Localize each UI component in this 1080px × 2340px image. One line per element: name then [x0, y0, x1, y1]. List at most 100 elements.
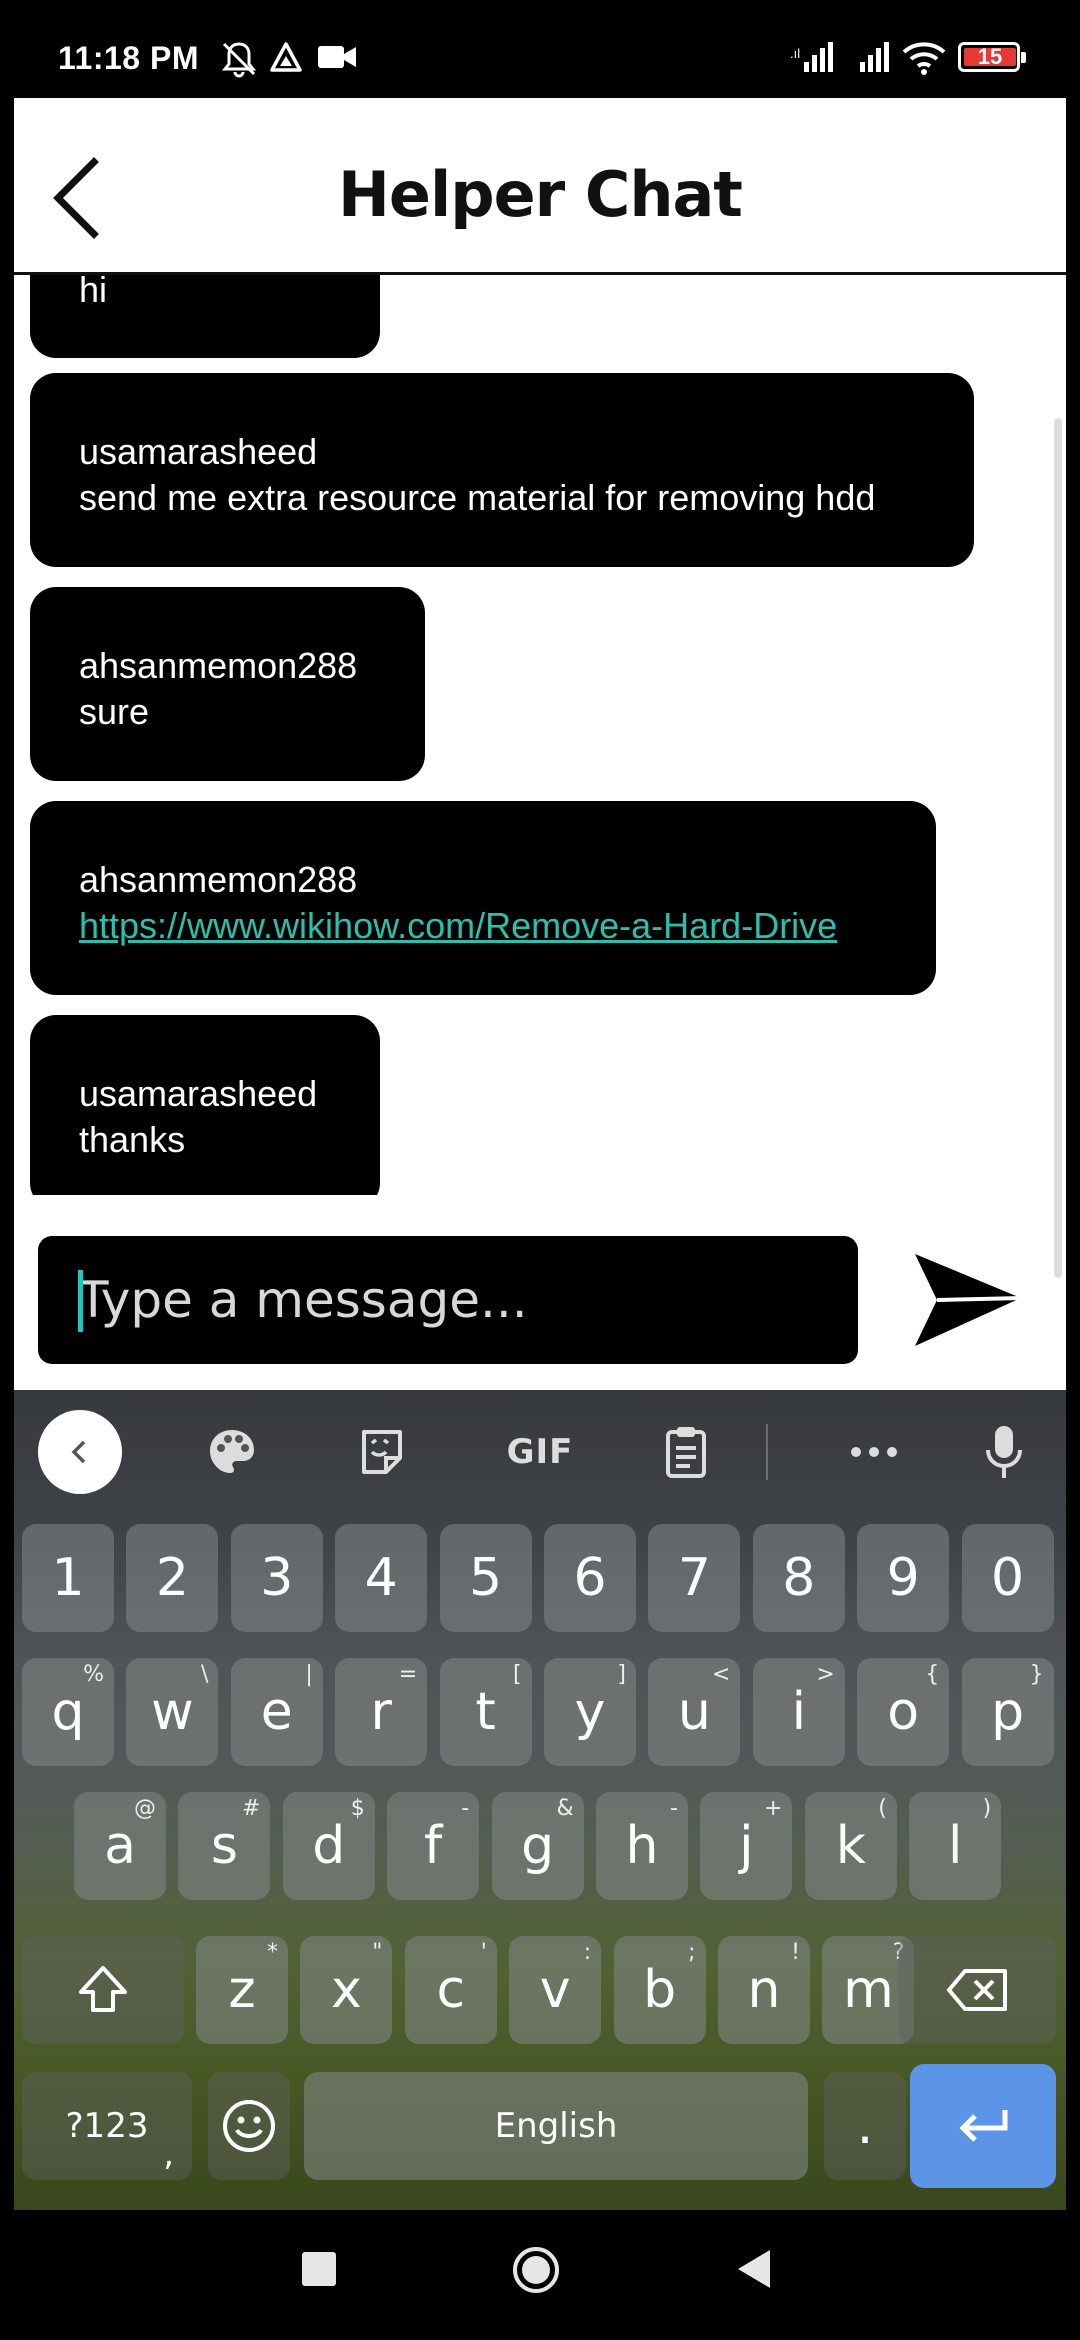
sticker-button[interactable]	[340, 1410, 424, 1494]
home-button[interactable]	[512, 2246, 560, 2294]
key-k[interactable]: (k	[804, 1792, 897, 1900]
key-hint: '	[480, 1940, 487, 1965]
key-4[interactable]: 4	[335, 1524, 428, 1632]
key-z[interactable]: * z	[196, 1936, 288, 2044]
key-a[interactable]: @ a	[74, 1792, 166, 1900]
key-o[interactable]: {o	[857, 1658, 950, 1766]
signal-icon	[860, 42, 889, 72]
key-2[interactable]: 2	[126, 1524, 219, 1632]
key-hint: *	[267, 1940, 278, 1965]
key-hint: @	[134, 1796, 156, 1821]
key-hint: %	[83, 1662, 104, 1687]
message-list[interactable]: hi usamarasheed send me extra resource m…	[14, 275, 1066, 1215]
key-label: 6	[573, 1548, 607, 1608]
key-hint: #	[241, 1796, 261, 1821]
emoji-key[interactable]	[208, 2072, 290, 2180]
key-label: r	[370, 1682, 392, 1742]
keyboard: GIF 1 2 3 4 5 6 7 8 9 0% q \ w | e = r[t] y < u > i{o} p @ a # s $ d…	[14, 1390, 1066, 2210]
more-icon	[851, 1447, 897, 1457]
message-text: sure	[79, 691, 150, 732]
message-sender: usamarasheed	[79, 431, 318, 472]
key-9[interactable]: 9	[857, 1524, 950, 1632]
key-label: o	[887, 1682, 920, 1742]
key-label: j	[739, 1816, 754, 1876]
key-hint: -	[670, 1796, 678, 1821]
key-8[interactable]: 8	[752, 1524, 845, 1632]
key-label: v	[539, 1960, 571, 2020]
key-p[interactable]: } p	[961, 1658, 1054, 1766]
key-label: x	[331, 1960, 362, 2020]
battery-level: 15	[977, 44, 1003, 69]
message-bubble: usamarasheed send me extra resource mate…	[30, 373, 974, 567]
key-n[interactable]: ! n	[718, 1936, 810, 2044]
enter-key[interactable]	[910, 2064, 1056, 2188]
key-label: m	[843, 1960, 894, 2020]
key-label: 9	[886, 1548, 920, 1608]
symbols-key[interactable]: ?123 ,	[22, 2072, 192, 2180]
voice-input-button[interactable]	[962, 1410, 1046, 1494]
key-6[interactable]: 6	[544, 1524, 636, 1632]
back-nav-button[interactable]	[736, 2248, 772, 2290]
key-hint: -	[461, 1796, 470, 1821]
clipboard-button[interactable]	[644, 1410, 728, 1494]
key-label: 7	[677, 1548, 711, 1608]
message-text: send me extra resource material for remo…	[79, 477, 876, 518]
theme-button[interactable]	[190, 1410, 274, 1494]
key-1[interactable]: 1	[22, 1524, 114, 1632]
key-j[interactable]: + j	[700, 1792, 793, 1900]
key-b[interactable]: ; b	[613, 1936, 706, 2044]
scrollbar[interactable]	[1054, 418, 1062, 1278]
key-7[interactable]: 7	[648, 1524, 741, 1632]
key-v[interactable]: :v	[509, 1936, 602, 2044]
key-5[interactable]: 5	[439, 1524, 532, 1632]
key-hint: ;	[688, 1940, 696, 1965]
keyboard-collapse-button[interactable]	[38, 1410, 122, 1494]
key-hint: <	[711, 1662, 731, 1687]
key-e[interactable]: | e	[230, 1658, 323, 1766]
key-hint: ]	[617, 1662, 626, 1687]
send-button[interactable]	[909, 1246, 1029, 1356]
key-i[interactable]: > i	[752, 1658, 845, 1766]
key-t[interactable]: [t	[439, 1658, 532, 1766]
key-g[interactable]: & g	[491, 1792, 584, 1900]
key-label: 0	[991, 1548, 1025, 1608]
key-h[interactable]: -h	[596, 1792, 688, 1900]
key-label: k	[835, 1816, 866, 1876]
key-0[interactable]: 0	[961, 1524, 1054, 1632]
key-q[interactable]: % q	[22, 1658, 114, 1766]
key-hint: |	[305, 1662, 313, 1687]
key-u[interactable]: < u	[648, 1658, 741, 1766]
key-y[interactable]: ] y	[544, 1658, 636, 1766]
svg-text:.ıl: .ıl	[790, 46, 800, 61]
key-x[interactable]: " x	[300, 1936, 393, 2044]
key-r[interactable]: = r	[335, 1658, 428, 1766]
message-input[interactable]	[74, 1236, 834, 1364]
key-f[interactable]: -f	[387, 1792, 480, 1900]
message-link[interactable]: https://www.wikihow.com/Remove-a-Hard-Dr…	[79, 903, 888, 949]
key-hint: "	[372, 1940, 383, 1965]
key-label: 8	[782, 1548, 816, 1608]
key-label: y	[574, 1682, 606, 1742]
backspace-key[interactable]	[898, 1936, 1056, 2044]
status-bar: 11:18 PM .ıl 15	[0, 0, 1080, 98]
period-key-label: .	[856, 2096, 874, 2156]
key-l[interactable]: ) l	[909, 1792, 1002, 1900]
gif-button[interactable]: GIF	[490, 1410, 590, 1494]
key-w[interactable]: \ w	[126, 1658, 219, 1766]
period-key[interactable]: .	[824, 2072, 906, 2180]
shift-key[interactable]	[22, 1936, 184, 2044]
space-key[interactable]: English	[304, 2072, 808, 2180]
key-label: e	[260, 1682, 293, 1742]
key-label: b	[643, 1960, 677, 2020]
key-hint: =	[398, 1662, 418, 1687]
key-3[interactable]: 3	[230, 1524, 323, 1632]
mic-icon	[986, 1426, 1022, 1478]
recents-button[interactable]	[302, 2252, 336, 2286]
key-d[interactable]: $ d	[282, 1792, 375, 1900]
key-label: u	[677, 1682, 711, 1742]
key-s[interactable]: # s	[178, 1792, 271, 1900]
key-c[interactable]: ' c	[404, 1936, 497, 2044]
key-hint: !	[791, 1940, 800, 1965]
key-hint: +	[763, 1796, 783, 1821]
more-button[interactable]	[832, 1410, 916, 1494]
